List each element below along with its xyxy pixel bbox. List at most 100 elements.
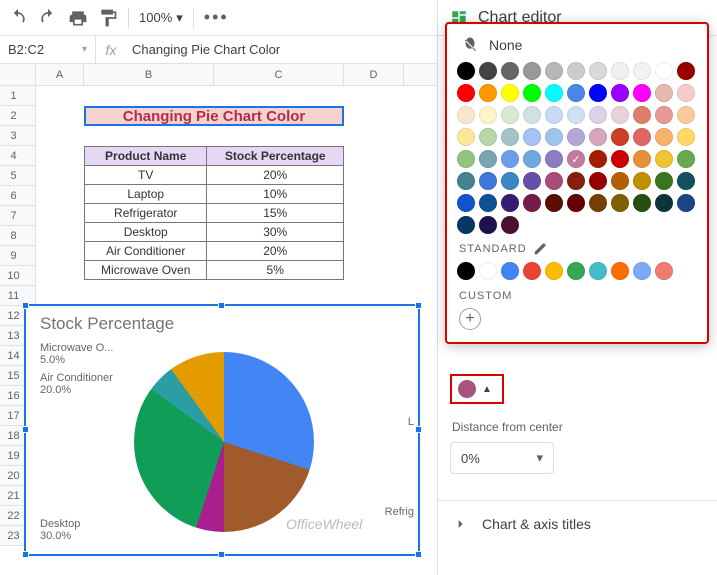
table-cell[interactable]: 10% — [207, 185, 344, 204]
color-swatch[interactable] — [545, 128, 563, 146]
color-swatch[interactable] — [655, 62, 673, 80]
color-swatch[interactable] — [501, 262, 519, 280]
color-swatch[interactable] — [457, 128, 475, 146]
color-swatch[interactable] — [611, 150, 629, 168]
color-swatch[interactable] — [501, 172, 519, 190]
more-icon[interactable]: ••• — [204, 7, 229, 28]
row-header[interactable]: 3 — [0, 126, 36, 146]
name-box[interactable]: B2:C2▾ — [0, 36, 96, 63]
table-cell[interactable]: 30% — [207, 223, 344, 242]
color-swatch[interactable] — [479, 150, 497, 168]
color-swatch[interactable] — [589, 172, 607, 190]
color-swatch[interactable] — [457, 62, 475, 80]
color-swatch[interactable] — [611, 128, 629, 146]
edit-icon[interactable] — [533, 242, 547, 256]
color-swatch[interactable] — [655, 194, 673, 212]
table-cell[interactable]: Laptop — [85, 185, 207, 204]
color-swatch[interactable] — [589, 106, 607, 124]
color-swatch[interactable] — [567, 128, 585, 146]
color-swatch[interactable] — [655, 150, 673, 168]
color-swatch[interactable] — [611, 172, 629, 190]
color-swatch[interactable] — [567, 262, 585, 280]
table-cell[interactable]: Desktop — [85, 223, 207, 242]
color-swatch[interactable] — [611, 106, 629, 124]
color-swatch[interactable] — [677, 84, 695, 102]
color-swatch[interactable] — [523, 106, 541, 124]
color-swatch[interactable] — [545, 262, 563, 280]
table-cell[interactable]: 20% — [207, 166, 344, 185]
col-header[interactable]: A — [36, 64, 84, 85]
color-swatch[interactable] — [589, 128, 607, 146]
col-header[interactable]: B — [84, 64, 214, 85]
row-header[interactable]: 6 — [0, 186, 36, 206]
merged-title-cell[interactable]: Changing Pie Chart Color — [84, 106, 344, 126]
zoom-selector[interactable]: 100%▾ — [139, 10, 183, 26]
color-swatch[interactable] — [633, 84, 651, 102]
color-swatch[interactable] — [677, 172, 695, 190]
table-cell[interactable]: Refrigerator — [85, 204, 207, 223]
color-swatch[interactable] — [457, 216, 475, 234]
undo-icon[interactable] — [8, 8, 28, 28]
color-swatch[interactable] — [655, 84, 673, 102]
color-swatch[interactable] — [677, 106, 695, 124]
color-swatch[interactable] — [633, 62, 651, 80]
row-header[interactable]: 11 — [0, 286, 36, 306]
color-swatch[interactable] — [611, 194, 629, 212]
color-swatch[interactable] — [567, 172, 585, 190]
color-swatch[interactable] — [545, 150, 563, 168]
data-table[interactable]: Product NameStock Percentage TV20% Lapto… — [84, 146, 344, 280]
pie-graphic[interactable] — [134, 352, 314, 532]
color-swatch[interactable] — [611, 62, 629, 80]
color-swatch[interactable] — [501, 216, 519, 234]
color-swatch[interactable] — [523, 84, 541, 102]
color-swatch[interactable] — [589, 62, 607, 80]
table-cell[interactable]: Air Conditioner — [85, 242, 207, 261]
color-swatch[interactable] — [655, 262, 673, 280]
color-swatch[interactable] — [523, 262, 541, 280]
color-swatch[interactable] — [523, 150, 541, 168]
color-swatch[interactable] — [655, 106, 673, 124]
color-swatch[interactable] — [523, 128, 541, 146]
color-swatch[interactable] — [545, 172, 563, 190]
color-swatch[interactable] — [633, 262, 651, 280]
pie-chart[interactable]: Stock Percentage Microwave O...5.0% Air … — [24, 304, 420, 556]
color-swatch[interactable] — [479, 84, 497, 102]
color-swatch[interactable] — [479, 216, 497, 234]
color-swatch[interactable] — [479, 128, 497, 146]
row-header[interactable]: 8 — [0, 226, 36, 246]
color-swatch[interactable] — [501, 150, 519, 168]
table-cell[interactable]: 5% — [207, 261, 344, 280]
color-swatch[interactable] — [589, 150, 607, 168]
color-swatch[interactable] — [633, 128, 651, 146]
color-swatch[interactable] — [677, 62, 695, 80]
color-swatch[interactable] — [457, 262, 475, 280]
color-swatch[interactable] — [611, 262, 629, 280]
table-cell[interactable]: 15% — [207, 204, 344, 223]
color-swatch[interactable] — [479, 262, 497, 280]
redo-icon[interactable] — [38, 8, 58, 28]
color-swatch[interactable] — [457, 150, 475, 168]
col-header[interactable]: D — [344, 64, 404, 85]
color-swatch[interactable] — [545, 62, 563, 80]
color-swatch[interactable] — [567, 150, 585, 168]
color-swatch[interactable] — [457, 194, 475, 212]
color-swatch[interactable] — [501, 62, 519, 80]
row-header[interactable]: 9 — [0, 246, 36, 266]
color-swatch[interactable] — [501, 84, 519, 102]
color-swatch[interactable] — [611, 84, 629, 102]
section-chart-axis-titles[interactable]: Chart & axis titles — [438, 500, 717, 546]
distance-select[interactable]: 0% ▾ — [450, 442, 554, 474]
color-swatch[interactable] — [457, 106, 475, 124]
row-header[interactable]: 7 — [0, 206, 36, 226]
color-swatch[interactable] — [457, 172, 475, 190]
color-swatch[interactable] — [523, 62, 541, 80]
color-swatch[interactable] — [479, 194, 497, 212]
color-swatch[interactable] — [567, 62, 585, 80]
color-swatch[interactable] — [567, 106, 585, 124]
color-swatch[interactable] — [545, 194, 563, 212]
color-swatch[interactable] — [523, 194, 541, 212]
color-swatch[interactable] — [677, 128, 695, 146]
slice-color-button[interactable]: ▲ — [450, 374, 504, 404]
color-swatch[interactable] — [589, 84, 607, 102]
color-swatch[interactable] — [545, 106, 563, 124]
